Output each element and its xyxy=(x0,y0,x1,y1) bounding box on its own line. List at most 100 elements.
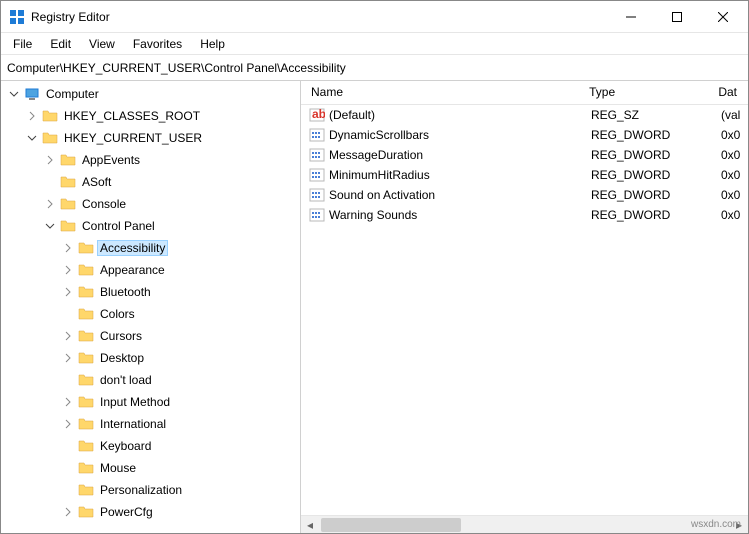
window-title: Registry Editor xyxy=(31,10,608,24)
menu-edit[interactable]: Edit xyxy=(42,35,79,53)
tree-item[interactable]: Colors xyxy=(1,303,300,325)
chevron-right-icon[interactable] xyxy=(61,395,75,409)
value-type: REG_DWORD xyxy=(581,188,711,202)
col-header-type[interactable]: Type xyxy=(579,81,708,104)
value-row[interactable]: ab(Default)REG_SZ(val xyxy=(301,105,748,125)
list-header: Name Type Dat xyxy=(301,81,748,105)
value-name: Warning Sounds xyxy=(329,208,417,222)
chevron-right-icon[interactable] xyxy=(61,285,75,299)
chevron-right-icon[interactable] xyxy=(43,153,57,167)
tree-item-label: Cursors xyxy=(97,328,145,344)
folder-icon xyxy=(78,438,94,454)
folder-icon xyxy=(42,130,58,146)
folder-icon xyxy=(78,460,94,476)
folder-icon xyxy=(60,152,76,168)
tree-item[interactable]: Cursors xyxy=(1,325,300,347)
tree-item[interactable]: Input Method xyxy=(1,391,300,413)
tree-item-label: Console xyxy=(79,196,129,212)
tree-item[interactable]: ASoft xyxy=(1,171,300,193)
tree-item[interactable]: Control Panel xyxy=(1,215,300,237)
value-row[interactable]: Warning SoundsREG_DWORD0x0 xyxy=(301,205,748,225)
folder-icon xyxy=(78,350,94,366)
chevron-right-icon[interactable] xyxy=(61,351,75,365)
chevron-right-icon[interactable] xyxy=(61,263,75,277)
dword-value-icon xyxy=(309,127,325,143)
tree-item[interactable]: Mouse xyxy=(1,457,300,479)
tree-item-label: AppEvents xyxy=(79,152,143,168)
tree-item[interactable]: don't load xyxy=(1,369,300,391)
chevron-right-icon[interactable] xyxy=(61,241,75,255)
tree-item[interactable]: Keyboard xyxy=(1,435,300,457)
chevron-down-icon[interactable] xyxy=(7,87,21,101)
value-type: REG_DWORD xyxy=(581,128,711,142)
col-header-name[interactable]: Name xyxy=(301,81,579,104)
tree-item[interactable]: Accessibility xyxy=(1,237,300,259)
horizontal-scrollbar[interactable]: ◂ ▸ xyxy=(301,515,748,533)
chevron-right-icon[interactable] xyxy=(43,197,57,211)
tree-item-label: Keyboard xyxy=(97,438,154,454)
tree-item[interactable]: International xyxy=(1,413,300,435)
dword-value-icon xyxy=(309,207,325,223)
value-name: MessageDuration xyxy=(329,148,423,162)
tree-item[interactable]: HKEY_CURRENT_USER xyxy=(1,127,300,149)
value-row[interactable]: DynamicScrollbars REG_DWORD0x0 xyxy=(301,125,748,145)
value-data: 0x0 xyxy=(711,128,748,142)
chevron-down-icon[interactable] xyxy=(43,219,57,233)
value-name: MinimumHitRadius xyxy=(329,168,430,182)
menu-favorites[interactable]: Favorites xyxy=(125,35,190,53)
folder-icon xyxy=(78,372,94,388)
chevron-right-icon[interactable] xyxy=(61,417,75,431)
value-type: REG_SZ xyxy=(581,108,711,122)
tree-item[interactable]: PowerCfg xyxy=(1,501,300,523)
menu-view[interactable]: View xyxy=(81,35,123,53)
tree-item-label: Accessibility xyxy=(97,240,168,256)
tree-item-label: Mouse xyxy=(97,460,139,476)
value-name: Sound on Activation xyxy=(329,188,435,202)
content-area: Computer HKEY_CLASSES_ROOT HKEY_CURRENT_US… xyxy=(1,81,748,533)
scroll-thumb[interactable] xyxy=(321,518,461,532)
folder-icon xyxy=(78,416,94,432)
value-data: 0x0 xyxy=(711,148,748,162)
tree-item-label: Computer xyxy=(43,86,102,102)
folder-icon xyxy=(78,482,94,498)
string-value-icon: ab xyxy=(309,107,325,123)
tree-item[interactable]: Bluetooth xyxy=(1,281,300,303)
tree-item[interactable]: AppEvents xyxy=(1,149,300,171)
close-button[interactable] xyxy=(700,2,746,32)
app-icon xyxy=(9,9,25,25)
value-name: DynamicScrollbars xyxy=(329,128,429,142)
value-row[interactable]: MinimumHitRadiusREG_DWORD0x0 xyxy=(301,165,748,185)
tree-item[interactable]: Console xyxy=(1,193,300,215)
tree-item-label: PowerCfg xyxy=(97,504,156,520)
chevron-right-icon[interactable] xyxy=(25,109,39,123)
tree-item-label: Personalization xyxy=(97,482,185,498)
value-row[interactable]: MessageDurationREG_DWORD0x0 xyxy=(301,145,748,165)
address-text: Computer\HKEY_CURRENT_USER\Control Panel… xyxy=(7,61,346,75)
col-header-data[interactable]: Dat xyxy=(708,81,748,104)
menu-help[interactable]: Help xyxy=(192,35,233,53)
maximize-button[interactable] xyxy=(654,2,700,32)
minimize-button[interactable] xyxy=(608,2,654,32)
scroll-left-icon[interactable]: ◂ xyxy=(301,518,319,532)
menu-file[interactable]: File xyxy=(5,35,40,53)
tree-item-label: HKEY_CURRENT_USER xyxy=(61,130,205,146)
tree-item[interactable]: HKEY_CLASSES_ROOT xyxy=(1,105,300,127)
value-type: REG_DWORD xyxy=(581,208,711,222)
folder-icon xyxy=(60,196,76,212)
svg-text:ab: ab xyxy=(312,107,325,121)
tree-pane[interactable]: Computer HKEY_CLASSES_ROOT HKEY_CURRENT_US… xyxy=(1,81,301,533)
tree-item[interactable]: Appearance xyxy=(1,259,300,281)
tree-item[interactable]: Computer xyxy=(1,83,300,105)
tree-item[interactable]: Desktop xyxy=(1,347,300,369)
chevron-right-icon[interactable] xyxy=(61,505,75,519)
chevron-down-icon[interactable] xyxy=(25,131,39,145)
value-row[interactable]: Sound on ActivationREG_DWORD0x0 xyxy=(301,185,748,205)
folder-icon xyxy=(60,218,76,234)
folder-icon xyxy=(78,504,94,520)
list-body[interactable]: ab(Default)REG_SZ(val DynamicScrollbars RE… xyxy=(301,105,748,515)
address-bar[interactable]: Computer\HKEY_CURRENT_USER\Control Panel… xyxy=(1,55,748,81)
tree-item[interactable]: Personalization xyxy=(1,479,300,501)
folder-icon xyxy=(78,394,94,410)
chevron-right-icon[interactable] xyxy=(61,329,75,343)
tree-item-label: don't load xyxy=(97,372,155,388)
